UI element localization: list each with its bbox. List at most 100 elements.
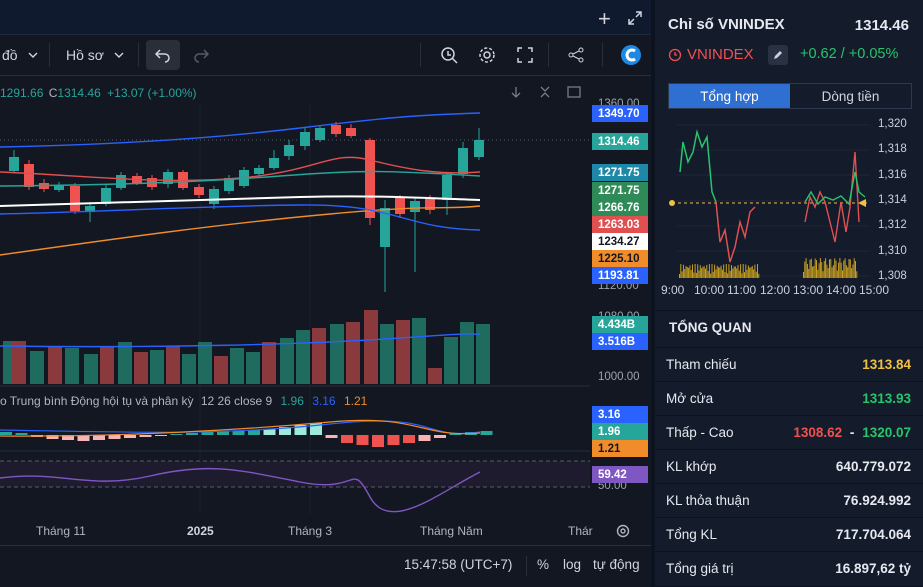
macd-bar [170,434,183,435]
macd-title: o Trung bình Động hội tụ và phân kỳ [0,394,194,408]
settings-button[interactable] [472,40,502,70]
log-toggle[interactable]: log [563,557,581,572]
profile-label: Hồ sơ [66,47,104,63]
intraday-volume [814,258,816,278]
edit-button[interactable] [768,45,788,65]
x-axis-label: Tháng 3 [288,524,333,538]
toolbar-divider [49,43,50,67]
intraday-volume [803,272,804,278]
intraday-volume [737,265,739,278]
intraday-volume [693,272,695,278]
intraday-volume [729,270,731,278]
add-icon[interactable]: + [598,6,611,32]
macd-bar [325,435,338,438]
intraday-volume [682,264,684,278]
volume-bar [246,352,260,384]
volume-bar [460,322,474,384]
volume-bar [118,342,132,384]
macd-bar [341,435,353,443]
intraday-volume [757,264,758,278]
logo-button[interactable] [616,40,646,70]
intraday-volume [845,265,847,278]
volume-bar [230,348,244,384]
intraday-volume [829,259,830,278]
intraday-y-label: 1,314 [878,193,907,206]
intraday-volume [681,271,683,278]
macd-bar [372,435,384,447]
intraday-volume [725,264,727,278]
tab-summary[interactable]: Tổng hợp [669,84,790,108]
index-change: +0.62 / +0.05% [800,46,899,62]
share-button[interactable] [561,40,591,70]
chart-type-dropdown[interactable]: đồ [2,35,40,75]
toolbar-divider [526,556,527,576]
intraday-y-label: 1,310 [878,244,907,257]
intraday-volume [813,265,815,278]
volume-bar [150,350,164,384]
intraday-volume [826,264,828,278]
undo-button[interactable] [146,40,180,70]
axis-settings-icon[interactable] [615,523,631,539]
overview-title: TỔNG QUAN [669,320,752,335]
chart-toolbar: đồ Hồ sơ [0,35,651,76]
price-axis-label: 1000.00 [598,371,640,383]
volume-bar [134,352,148,384]
replay-button[interactable] [434,40,464,70]
intraday-volume [755,271,757,278]
candle-body [410,201,420,212]
price-badge: 3.516B [592,333,648,350]
intraday-volume [740,264,742,278]
price-badge: 1314.46 [592,133,648,150]
price-chart[interactable] [0,76,590,514]
auto-toggle[interactable]: tự động [593,557,640,572]
volume-bar [182,354,196,384]
intraday-volume [852,264,854,278]
intraday-volume [692,264,693,278]
candle-body [9,157,19,171]
intraday-volume [697,264,699,278]
row-value: 76.924.992 [843,492,911,508]
intraday-volume [839,258,841,278]
volume-bar [84,354,98,384]
chevron-down-icon [28,52,38,58]
fullscreen-button[interactable] [510,40,540,70]
index-symbol[interactable]: VNINDEX [687,46,754,63]
expand-icon[interactable] [627,10,643,26]
volume-bar [428,368,442,384]
volume-bar [12,341,26,384]
intraday-volume [724,272,726,278]
intraday-x-label: 12:00 [760,283,791,297]
chart-panel: + đồ Hồ sơ 1291.66 C1314.46 +13.07 (+1.0… [0,0,651,587]
intraday-volume [844,258,846,278]
row-label: Mở cửa [666,390,714,406]
price-badge: 1.96 [592,423,648,440]
x-axis-label: Thár [568,524,593,538]
macd-bar [155,435,167,436]
candle-body [300,132,310,146]
volume-bar [100,346,114,384]
fullscreen-icon [517,47,533,63]
intraday-volume [733,266,735,278]
volume-bar [346,322,360,384]
macd-value-1: 1.96 [280,394,304,408]
tab-money-flow[interactable]: Dòng tiền [790,84,911,108]
pencil-icon [774,51,782,59]
intraday-volume [720,265,722,278]
redo-button[interactable] [186,40,216,70]
intraday-volume [758,273,760,278]
intraday-volume [710,273,712,278]
price-badge: 1234.27 [592,233,648,250]
intraday-volume [806,263,808,278]
high-value: 1320.07 [862,424,911,440]
intraday-volume [822,271,824,278]
intraday-volume [855,261,856,278]
intraday-volume [817,269,819,278]
share-icon [568,47,584,63]
profile-dropdown[interactable]: Hồ sơ [66,35,126,75]
index-price: 1314.46 [854,17,909,34]
intraday-volume [750,267,752,278]
percent-toggle[interactable]: % [537,557,549,572]
panel-tabs: Tổng hợp Dòng tiền [668,83,912,109]
macd-bar [15,433,28,435]
row-value: 1313.93 [862,390,911,406]
